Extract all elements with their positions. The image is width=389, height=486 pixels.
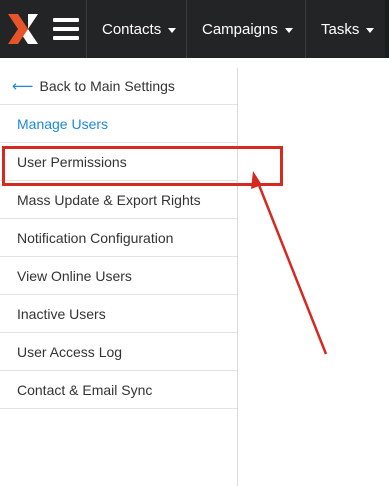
caret-down-icon [284, 27, 293, 33]
x-logo-icon [8, 14, 38, 44]
sidebar-item-label: Manage Users [17, 115, 109, 132]
nav-tasks-dropdown[interactable]: Tasks [306, 0, 389, 58]
arrow-left-icon: ⟵ [12, 77, 34, 95]
sidebar-item-label: View Online Users [17, 267, 132, 284]
annotation-arrow-head [251, 171, 262, 189]
sidebar-item-mass-update-export-rights[interactable]: Mass Update & Export Rights [0, 181, 237, 219]
settings-sidebar: ⟵ Back to Main Settings Manage Users Use… [0, 68, 238, 486]
nav-contacts-dropdown[interactable]: Contacts [87, 0, 187, 58]
nav-tasks-label: Tasks [321, 20, 360, 38]
sidebar-item-view-online-users[interactable]: View Online Users [0, 257, 237, 295]
top-navigation-bar: Contacts Campaigns Tasks [0, 0, 389, 58]
sidebar-item-label: User Access Log [17, 343, 123, 360]
sidebar-item-label: Contact & Email Sync [17, 381, 153, 398]
sidebar-item-label: Inactive Users [17, 305, 106, 322]
hamburger-icon [53, 18, 79, 40]
caret-down-icon [366, 27, 375, 33]
sidebar-item-contact-email-sync[interactable]: Contact & Email Sync [0, 371, 237, 409]
sidebar-item-user-access-log[interactable]: User Access Log [0, 333, 237, 371]
nav-contacts-label: Contacts [102, 20, 162, 38]
sidebar-item-inactive-users[interactable]: Inactive Users [0, 295, 237, 333]
sidebar-item-manage-users[interactable]: Manage Users [0, 105, 237, 143]
sidebar-item-label: Notification Configuration [17, 229, 174, 246]
nav-campaigns-dropdown[interactable]: Campaigns [187, 0, 306, 58]
back-to-main-settings-link[interactable]: ⟵ Back to Main Settings [0, 68, 237, 105]
sidebar-item-user-permissions[interactable]: User Permissions [0, 143, 237, 181]
main-menu-button[interactable] [46, 0, 87, 58]
annotation-arrow-shaft [255, 179, 328, 355]
sidebar-item-label: Mass Update & Export Rights [17, 191, 201, 208]
sidebar-item-notification-configuration[interactable]: Notification Configuration [0, 219, 237, 257]
sidebar-item-label: User Permissions [17, 153, 127, 170]
caret-down-icon [168, 27, 177, 33]
app-logo[interactable] [0, 0, 46, 58]
topbar-edge [385, 0, 389, 58]
back-label: Back to Main Settings [39, 78, 175, 94]
nav-campaigns-label: Campaigns [202, 20, 278, 38]
